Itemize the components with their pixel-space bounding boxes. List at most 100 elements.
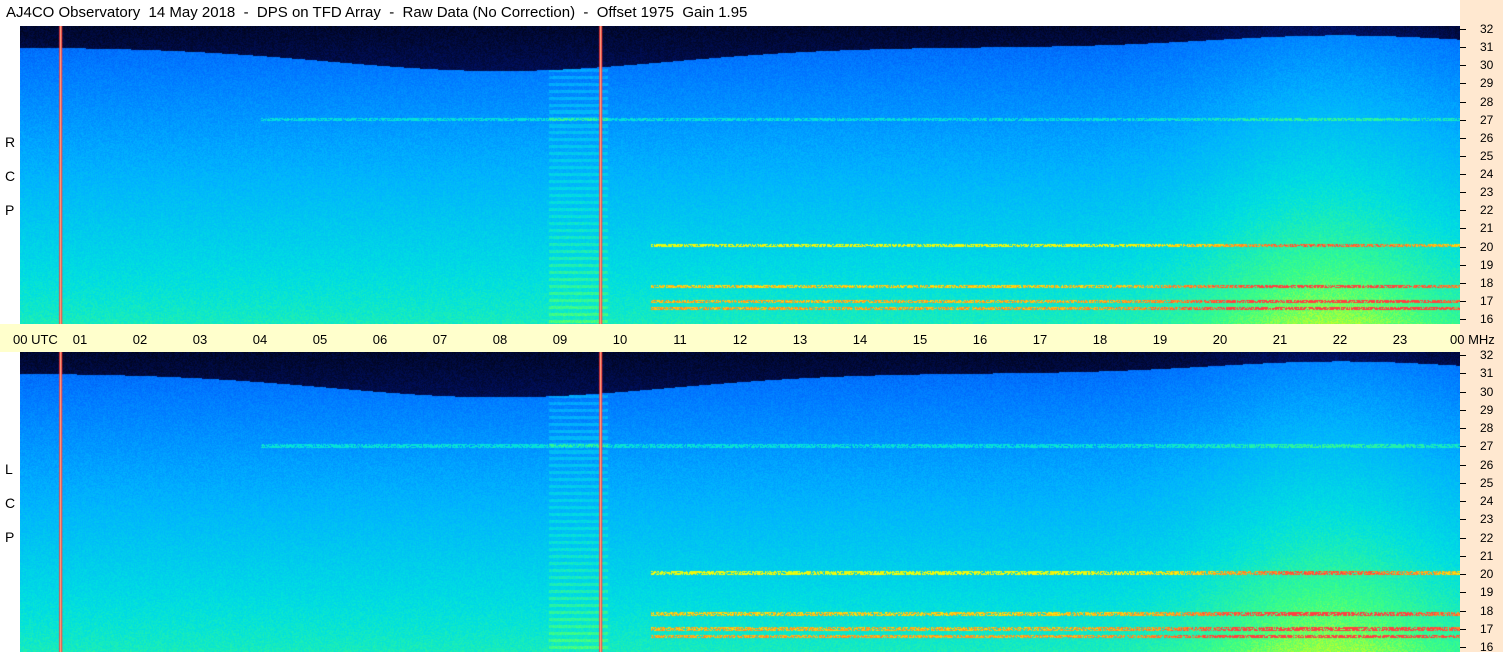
- time-tick-label: 18: [1092, 332, 1108, 347]
- frequency-tick-label: 27: [1480, 439, 1494, 454]
- frequency-tick-label: 27: [1480, 112, 1494, 127]
- frequency-tick: [1460, 210, 1466, 212]
- time-tick-label: 13: [792, 332, 808, 347]
- frequency-tick: [1460, 155, 1466, 157]
- frequency-tick: [1460, 537, 1466, 539]
- frequency-tick-label: 16: [1480, 312, 1494, 326]
- frequency-tick-label: 21: [1480, 221, 1494, 236]
- lcp-polarization-letter: C: [5, 495, 16, 511]
- time-tick-label: 11: [673, 332, 687, 347]
- time-tick-label: 09: [552, 332, 568, 347]
- frequency-tick: [1460, 47, 1466, 49]
- frequency-tick: [1460, 610, 1466, 612]
- vertical-marker-line: [59, 26, 62, 324]
- frequency-tick-label: 25: [1480, 148, 1494, 163]
- frequency-tick: [1460, 29, 1466, 30]
- time-tick-label: 15: [912, 332, 928, 347]
- frequency-tick-label: 32: [1480, 348, 1494, 362]
- frequency-tick: [1460, 519, 1466, 521]
- frequency-tick-label: 19: [1480, 585, 1494, 600]
- time-tick-label: 23: [1392, 332, 1408, 347]
- time-tick-label: 01: [72, 332, 88, 347]
- time-tick-label: 14: [852, 332, 868, 347]
- time-tick-label: 00 UTC: [13, 332, 58, 347]
- frequency-tick: [1460, 428, 1466, 429]
- time-tick-label: 02: [132, 332, 148, 347]
- time-tick-label: 21: [1272, 332, 1288, 347]
- frequency-tick: [1460, 592, 1466, 594]
- frequency-tick: [1460, 300, 1466, 302]
- time-tick-label: 10: [612, 332, 628, 347]
- frequency-tick: [1460, 174, 1466, 175]
- frequency-tick-label: 17: [1480, 293, 1494, 308]
- title-bar: AJ4CO Observatory 14 May 2018 - DPS on T…: [0, 0, 1503, 26]
- frequency-tick: [1460, 65, 1466, 67]
- time-tick-label: 07: [432, 332, 448, 347]
- vertical-marker-line: [599, 26, 602, 324]
- frequency-tick-label: 30: [1480, 58, 1494, 73]
- frequency-tick: [1460, 555, 1466, 557]
- frequency-tick-label: 31: [1480, 366, 1494, 381]
- frequency-tick-label: 16: [1480, 640, 1494, 654]
- time-tick-label: 06: [372, 332, 388, 347]
- rcp-polarization-letter: P: [5, 202, 15, 219]
- frequency-tick: [1460, 647, 1466, 648]
- lcp-spectrogram-image: [20, 352, 1460, 652]
- frequency-tick-label: 24: [1480, 167, 1494, 181]
- frequency-tick: [1460, 409, 1466, 411]
- frequency-tick-label: 17: [1480, 621, 1494, 636]
- frequency-tick: [1460, 119, 1466, 121]
- frequency-tick: [1460, 628, 1466, 630]
- time-tick-label: 04: [252, 332, 268, 347]
- frequency-tick: [1460, 282, 1466, 284]
- vertical-marker-line: [599, 352, 602, 652]
- time-tick-label: 16: [972, 332, 988, 347]
- time-tick-label: 22: [1332, 332, 1348, 347]
- frequency-tick-label: 18: [1480, 603, 1494, 618]
- frequency-tick-label: 31: [1480, 40, 1494, 55]
- frequency-tick-label: 23: [1480, 512, 1494, 527]
- frequency-tick: [1460, 319, 1466, 320]
- frequency-tick-label: 20: [1480, 239, 1494, 254]
- frequency-tick-label: 18: [1480, 275, 1494, 290]
- frequency-tick: [1460, 192, 1466, 194]
- frequency-tick-label: 20: [1480, 567, 1494, 581]
- rcp-polarization-letter: C: [5, 168, 16, 185]
- chart-title: AJ4CO Observatory 14 May 2018 - DPS on T…: [6, 4, 748, 21]
- frequency-tick-label: 26: [1480, 130, 1494, 145]
- lcp-polarization-letter: P: [5, 529, 15, 545]
- frequency-tick: [1460, 373, 1466, 375]
- frequency-tick-label: 24: [1480, 494, 1494, 508]
- frequency-tick: [1460, 83, 1466, 85]
- frequency-tick-label: 25: [1480, 475, 1494, 490]
- time-tick-label: 00 MHz: [1450, 332, 1495, 347]
- frequency-tick-label: 28: [1480, 94, 1494, 109]
- frequency-tick: [1460, 228, 1466, 230]
- frequency-tick-label: 29: [1480, 402, 1494, 417]
- frequency-tick: [1460, 482, 1466, 484]
- lcp-polarization-letter: L: [5, 461, 13, 477]
- frequency-tick-label: 19: [1480, 257, 1494, 272]
- frequency-tick-label: 26: [1480, 457, 1494, 472]
- rcp-polarization-letter: R: [5, 134, 16, 151]
- frequency-tick-label: 32: [1480, 22, 1494, 36]
- frequency-tick: [1460, 246, 1466, 248]
- frequency-tick-label: 22: [1480, 530, 1494, 545]
- frequency-tick-label: 29: [1480, 76, 1494, 91]
- frequency-tick: [1460, 264, 1466, 266]
- time-tick-label: 20: [1212, 332, 1228, 347]
- rcp-spectrogram-image: [20, 26, 1460, 324]
- frequency-tick: [1460, 574, 1466, 575]
- frequency-tick: [1460, 391, 1466, 393]
- time-tick-label: 03: [192, 332, 208, 347]
- lcp-spectrogram: [20, 352, 1460, 652]
- time-tick-label: 19: [1152, 332, 1168, 347]
- frequency-tick: [1460, 137, 1466, 139]
- frequency-tick-label: 28: [1480, 421, 1494, 435]
- rcp-spectrogram: [20, 26, 1460, 324]
- frequency-tick-label: 23: [1480, 185, 1494, 200]
- frequency-tick-label: 21: [1480, 548, 1494, 563]
- frequency-tick: [1460, 101, 1466, 103]
- frequency-tick-label: 22: [1480, 203, 1494, 218]
- time-tick-label: 08: [492, 332, 508, 347]
